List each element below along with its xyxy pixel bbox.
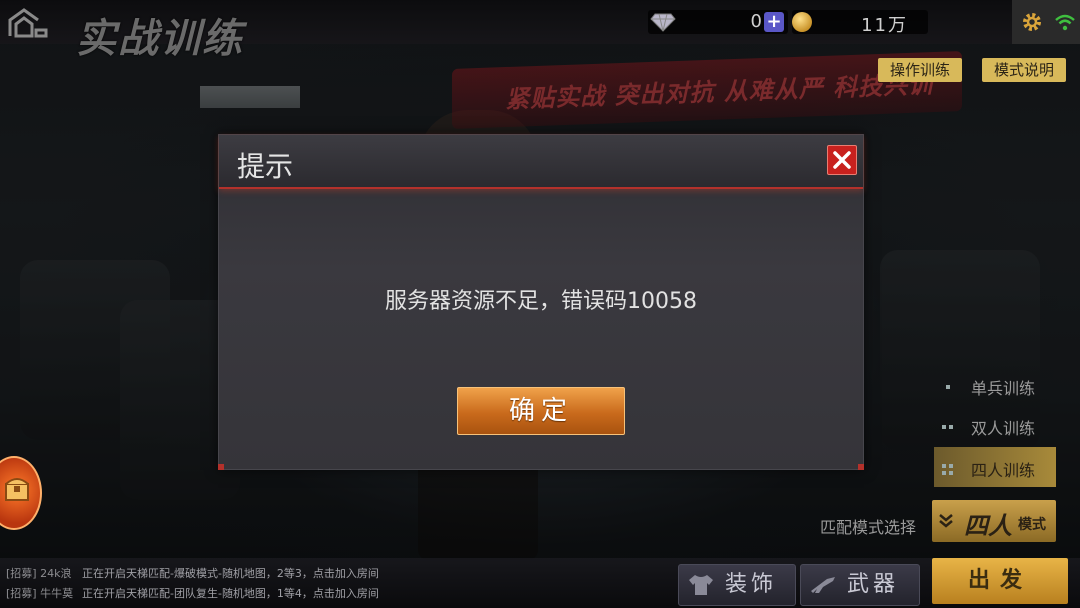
- close-icon: [833, 151, 851, 169]
- duo-icon: [942, 421, 954, 433]
- chat-line[interactable]: [招募] 牛牛莫 正在开启天梯匹配-团队复生-随机地图，1等4，点击加入房间: [0, 584, 520, 604]
- outfit-button[interactable]: 装饰: [678, 564, 796, 606]
- coin-currency: 11万: [792, 10, 928, 36]
- rifle-icon: [811, 577, 835, 593]
- top-bar: 实战训练 0 + 11万: [0, 0, 1080, 62]
- squad-icon: [942, 463, 954, 475]
- page-title: 实战训练: [76, 16, 244, 62]
- mode-item-squad[interactable]: 四人训练: [934, 447, 1056, 487]
- mode-item-label: 双人训练: [971, 419, 1036, 438]
- match-mode-suffix: 模式: [1018, 517, 1046, 533]
- confirm-button[interactable]: 确定: [457, 387, 625, 435]
- dialog-title: 提示: [237, 150, 294, 183]
- wifi-icon: [1055, 14, 1075, 31]
- corner-accent: [218, 464, 224, 470]
- gem-currency: 0 +: [648, 10, 788, 34]
- match-mode-select[interactable]: 四人 模式: [932, 500, 1056, 542]
- start-button[interactable]: 出发: [932, 558, 1068, 604]
- training-mode-list: 单兵训练 双人训练 四人训练: [934, 365, 1056, 487]
- weapon-label: 武器: [847, 572, 900, 597]
- diamond-icon: [650, 13, 676, 32]
- chat-sender: [招募] 24k浪: [6, 567, 72, 580]
- outfit-label: 装饰: [725, 572, 778, 597]
- mode-item-duo[interactable]: 双人训练: [934, 405, 1056, 445]
- add-gem-button[interactable]: +: [764, 12, 784, 32]
- close-button[interactable]: [827, 145, 857, 175]
- chat-line[interactable]: [招募] 24k浪 正在开启天梯匹配-爆破模式-随机地图，2等3，点击加入房间: [0, 564, 520, 584]
- chevron-down-icon: [938, 512, 954, 528]
- weapon-button[interactable]: 武器: [800, 564, 920, 606]
- chat-message: 正在开启天梯匹配-爆破模式-随机地图，2等3，点击加入房间: [82, 567, 379, 580]
- gear-icon[interactable]: [1020, 10, 1044, 34]
- chat-sender: [招募] 牛牛莫: [6, 587, 74, 600]
- mode-item-label: 四人训练: [971, 461, 1036, 480]
- coin-value: 11万: [861, 15, 908, 36]
- mode-description-button[interactable]: 模式说明: [982, 58, 1066, 82]
- dialog-message: 服务器资源不足，错误码10058: [385, 289, 697, 314]
- match-mode-value: 四人: [964, 512, 1012, 540]
- home-button[interactable]: [6, 6, 66, 46]
- solo-icon: [942, 381, 954, 393]
- coin-icon: [792, 12, 812, 32]
- dialog-header: 提示: [219, 135, 863, 189]
- mode-item-label: 单兵训练: [971, 379, 1036, 398]
- match-mode-label: 匹配模式选择: [820, 518, 917, 537]
- mode-item-solo[interactable]: 单兵训练: [934, 365, 1056, 405]
- gem-value: 0: [750, 11, 762, 32]
- alert-dialog: 提示 服务器资源不足，错误码10058 确定: [218, 134, 864, 470]
- home-icon: [8, 8, 48, 38]
- chest-icon: [5, 478, 29, 501]
- shirt-icon: [689, 575, 713, 595]
- corner-accent: [858, 464, 864, 470]
- settings-area: [1012, 0, 1080, 44]
- chat-box[interactable]: [招募] 24k浪 正在开启天梯匹配-爆破模式-随机地图，2等3，点击加入房间 […: [0, 564, 520, 608]
- operation-training-button[interactable]: 操作训练: [878, 58, 962, 82]
- chat-message: 正在开启天梯匹配-团队复生-随机地图，1等4，点击加入房间: [82, 587, 379, 600]
